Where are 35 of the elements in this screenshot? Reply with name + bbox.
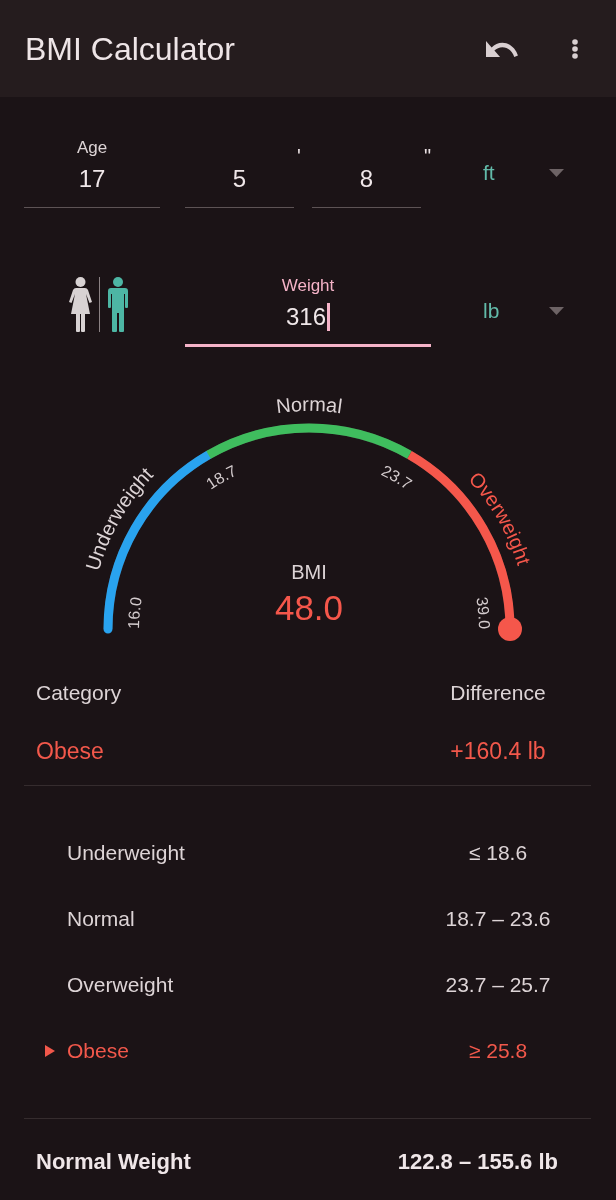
feet-field[interactable]: 5 [185, 138, 294, 208]
category-range: 18.7 – 23.6 [445, 907, 551, 931]
bmi-value: 48.0 [274, 588, 344, 627]
weight-field[interactable]: Weight 316 [185, 276, 431, 347]
inches-field[interactable]: 8 [312, 138, 421, 208]
woman-icon[interactable] [68, 277, 93, 332]
gauge-tick-label: 23.7 [378, 462, 415, 493]
age-field[interactable]: Age 17 [24, 138, 160, 208]
category-range: ≥ 25.8 [468, 1039, 528, 1063]
man-icon[interactable] [106, 277, 130, 332]
difference-value: +160.4 lb [450, 737, 546, 766]
normal-weight-value: 122.8 – 155.6 lb [397, 1149, 558, 1175]
category-range: 23.7 – 25.7 [445, 973, 551, 997]
category-name: Normal [67, 907, 135, 931]
caret-icon [549, 307, 564, 315]
category-name: Overweight [67, 973, 174, 997]
column-header: Category [36, 680, 122, 706]
unit-mark: ' [296, 146, 301, 166]
app-title: BMI Calculator [25, 29, 235, 69]
unit-dropdown[interactable]: ft [470, 157, 580, 189]
category-name: Obese [67, 1039, 129, 1063]
bmi-caption: BMI [291, 561, 327, 583]
more-options-icon[interactable] [572, 38, 578, 59]
column-header: Difference [450, 680, 546, 706]
category-name: Underweight [67, 841, 185, 865]
unit-dropdown[interactable]: lb [470, 295, 580, 327]
unit-mark: " [423, 146, 432, 166]
gauge-tick-label: 18.7 [203, 462, 240, 493]
category-value: Obese [36, 737, 104, 766]
normal-weight-label: Normal Weight [36, 1149, 191, 1175]
gauge-section-label: Normal [274, 392, 344, 418]
category-range: ≤ 18.6 [468, 841, 528, 865]
caret-icon [549, 169, 564, 177]
text-cursor [327, 303, 330, 331]
undo-icon[interactable] [486, 40, 518, 57]
